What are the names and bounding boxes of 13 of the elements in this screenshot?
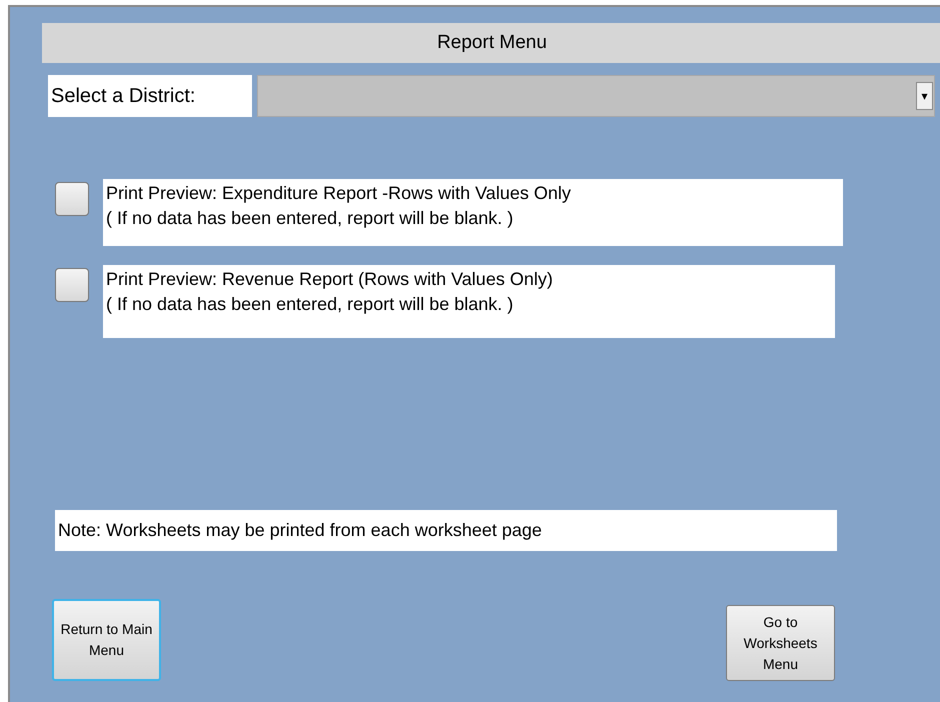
district-dropdown[interactable]: ▾	[257, 75, 935, 117]
checkbox[interactable]	[55, 182, 89, 216]
form-header: Report Menu	[42, 23, 940, 63]
option-note: ( If no data has been entered, report will be blank. )	[106, 293, 514, 316]
nav-button[interactable]: Return to Main Menu	[52, 599, 161, 681]
option-title: Print Preview: Expenditure Report -Rows with Values Only	[106, 182, 572, 205]
dropdown-button[interactable]: ▾	[916, 82, 933, 110]
nav-button[interactable]: Go to Worksheets Menu	[726, 605, 835, 681]
checkbox[interactable]	[55, 268, 89, 302]
option-title: Print Preview: Revenue Report (Rows with Values Only)	[106, 268, 554, 291]
field-label: Select a District:	[48, 75, 252, 117]
note-text: Note: Worksheets may be printed from each worksheet page	[55, 510, 837, 551]
option-note: ( If no data has been entered, report will be blank. )	[106, 207, 514, 230]
